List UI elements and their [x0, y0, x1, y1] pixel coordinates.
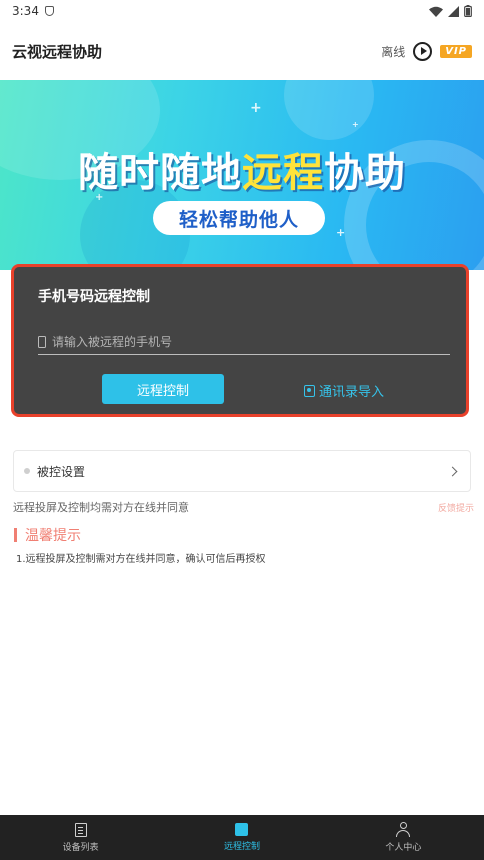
banner-subtitle: 轻松帮助他人 — [178, 208, 299, 231]
status-left: 3:34 — [12, 4, 54, 18]
phone-number-input[interactable] — [52, 334, 432, 349]
banner-title-part2: 协助 — [324, 150, 406, 196]
tips-header: 温馨提示 — [14, 525, 81, 545]
contacts-import-link[interactable]: 通讯录导入 — [304, 381, 384, 400]
status-right — [429, 5, 472, 17]
status-dot-icon — [24, 468, 30, 474]
phone-input-row — [38, 329, 450, 355]
phone-icon — [38, 335, 46, 348]
contacts-import-label: 通讯录导入 — [319, 385, 385, 400]
sparkle-icon: + — [250, 100, 262, 116]
bottom-nav: 设备列表 远程控制 个人中心 — [0, 815, 484, 860]
user-icon — [396, 822, 411, 837]
header-actions: 离线 VIP — [381, 41, 472, 61]
tips-line: 1.远程投屏及控制需对方在线并同意，确认可信后再授权 — [16, 554, 266, 565]
nav-item-device-list[interactable]: 设备列表 — [0, 815, 161, 860]
play-circle-icon[interactable] — [413, 41, 433, 61]
nav-label: 远程控制 — [223, 842, 260, 852]
banner-decor-shape — [284, 80, 374, 140]
remote-control-icon — [232, 823, 249, 841]
banner-title: 随时随地远程协助 — [0, 140, 484, 198]
device-list-icon — [74, 822, 87, 837]
app-title: 云视远程协助 — [12, 42, 103, 61]
tips-title: 温馨提示 — [25, 528, 81, 544]
shield-icon — [44, 6, 54, 16]
chevron-right-icon — [447, 466, 458, 476]
nav-item-profile[interactable]: 个人中心 — [323, 815, 484, 860]
sparkle-icon: + — [336, 226, 346, 239]
contacts-icon — [304, 384, 315, 397]
banner-subtitle-pill: 轻松帮助他人 — [153, 201, 325, 235]
nav-label: 个人中心 — [385, 843, 422, 853]
battery-icon — [464, 5, 472, 17]
vip-button[interactable]: VIP — [440, 44, 472, 58]
nav-label: 设备列表 — [62, 842, 99, 853]
status-bar: 3:34 — [0, 0, 484, 22]
controlled-settings-row[interactable]: 被控设置 — [13, 450, 471, 492]
app-header: 云视远程协助 离线 VIP — [0, 30, 484, 72]
consent-text: 远程投屏及控制均需对方在线并同意 — [13, 501, 189, 514]
connection-status: 离线 — [381, 44, 406, 59]
feedback-link[interactable]: 反馈提示 — [438, 501, 474, 514]
sparkle-icon: + — [352, 120, 359, 129]
wifi-icon — [429, 6, 443, 17]
promo-banner[interactable]: + + + + 随时随地远程协助 轻松帮助他人 — [0, 80, 484, 270]
tips-accent-bar — [14, 528, 17, 542]
signal-icon — [448, 5, 459, 17]
card-title: 手机号码远程控制 — [38, 289, 150, 305]
nav-item-remote-control[interactable]: 远程控制 — [161, 815, 322, 860]
consent-row: 远程投屏及控制均需对方在线并同意 反馈提示 — [13, 499, 474, 515]
remote-control-button[interactable]: 远程控制 — [102, 374, 224, 404]
banner-title-part1: 随时随地 — [78, 150, 242, 196]
banner-title-highlight: 远程 — [242, 150, 324, 196]
settings-label: 被控设置 — [37, 464, 86, 479]
status-time: 3:34 — [12, 4, 39, 18]
phone-remote-control-card: 手机号码远程控制 远程控制 通讯录导入 — [11, 264, 469, 417]
